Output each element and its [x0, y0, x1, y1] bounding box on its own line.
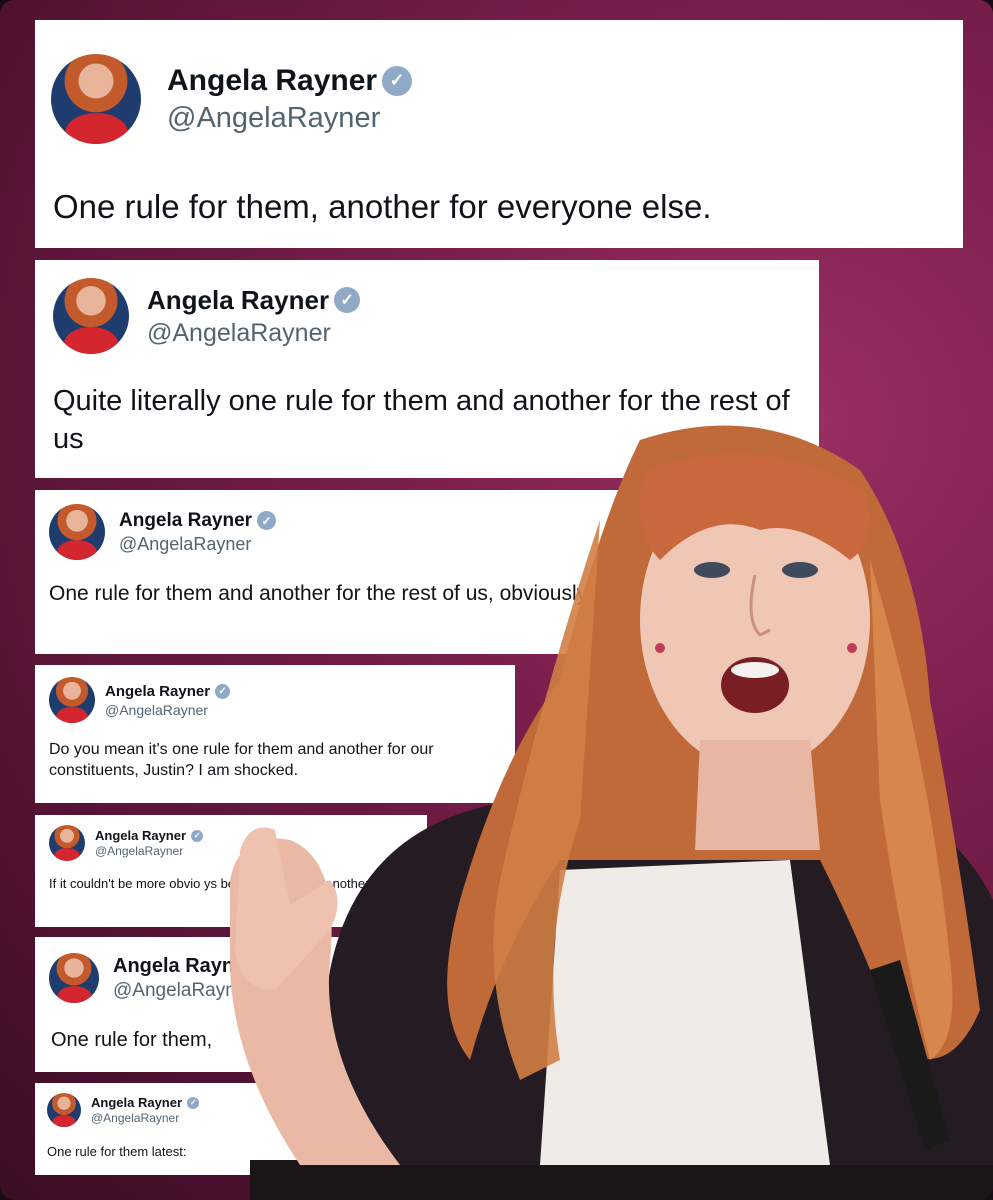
face	[640, 470, 870, 770]
verified-badge-icon: ✓	[257, 511, 277, 530]
verified-badge-icon: ✓	[215, 683, 231, 699]
tweet-header: Angela Rayner ✓ @AngelaRayner	[49, 504, 277, 560]
verified-badge-icon: ✓	[382, 65, 413, 96]
podium	[250, 1160, 993, 1200]
collage-background: Angela Rayner ✓ @AngelaRayner One rule f…	[0, 0, 993, 1200]
user-handle[interactable]: @AngelaRayner	[147, 319, 360, 348]
tweet-text: One rule for them,	[51, 1029, 213, 1051]
verified-badge-icon: ✓	[191, 829, 204, 842]
tweet-card: Angela Rayner ✓ @AngelaRayner One rule f…	[35, 490, 618, 654]
tweet-card: Angela Rayner ✓ @AngelaRayner One rule f…	[35, 1083, 327, 1175]
display-name[interactable]: Angela Rayner	[147, 285, 329, 316]
user-handle[interactable]: @AngelaRayner	[95, 844, 203, 858]
avatar[interactable]	[51, 54, 141, 144]
tweet-text: Do you mean it's one rule for them and a…	[49, 741, 434, 780]
user-handle[interactable]: @AngelaRayner	[105, 702, 230, 718]
tweet-header: Angela Rayn @AngelaRayn	[49, 953, 236, 1003]
tweet-header: Angela Rayner ✓ @AngelaRayner	[49, 677, 231, 723]
white-dress	[540, 860, 830, 1165]
avatar[interactable]	[53, 278, 129, 354]
display-name[interactable]: Angela Rayner	[95, 828, 186, 843]
user-handle[interactable]: @AngelaRayner	[119, 534, 276, 555]
user-handle[interactable]: @AngelaRayner	[167, 102, 412, 135]
tweet-header: Angela Rayner ✓ @AngelaRayner	[47, 1093, 200, 1127]
microphone	[870, 960, 950, 1150]
tweet-card: Angela Rayner ✓ @AngelaRayner Quite lite…	[35, 260, 819, 478]
tweet-text: If it couldn't be more obvio ys be rule …	[49, 876, 385, 891]
avatar[interactable]	[49, 677, 95, 723]
open-mouth	[721, 657, 789, 713]
user-handle[interactable]: @AngelaRayn	[113, 980, 236, 1002]
user-handle[interactable]: @AngelaRayner	[91, 1111, 199, 1125]
avatar[interactable]	[49, 953, 99, 1003]
tweet-text: One rule for them and another for the re…	[49, 582, 592, 605]
tweet-header: Angela Rayner ✓ @AngelaRayner	[49, 825, 204, 861]
display-name[interactable]: Angela Rayner	[167, 64, 377, 98]
tweet-card: Angela Rayner ✓ @AngelaRayner One rule f…	[35, 20, 963, 248]
display-name[interactable]: Angela Rayn	[113, 955, 234, 978]
avatar[interactable]	[47, 1093, 81, 1127]
display-name[interactable]: Angela Rayner	[119, 510, 252, 532]
verified-badge-icon: ✓	[187, 1096, 200, 1109]
tweet-card: Angela Rayn @AngelaRayn One rule for the…	[35, 937, 387, 1072]
tweet-text: One rule for them latest:	[47, 1144, 187, 1159]
tweet-text: One rule for them, another for everyone …	[53, 188, 712, 225]
verified-badge-icon: ✓	[334, 287, 361, 313]
tweet-header: Angela Rayner ✓ @AngelaRayner	[51, 54, 413, 144]
tweet-header: Angela Rayner ✓ @AngelaRayner	[53, 278, 361, 354]
tweet-card: Angela Rayner ✓ @AngelaRayner If it coul…	[35, 815, 427, 927]
display-name[interactable]: Angela Rayner	[105, 683, 210, 700]
display-name[interactable]: Angela Rayner	[91, 1095, 182, 1110]
avatar[interactable]	[49, 825, 85, 861]
tweet-card: Angela Rayner ✓ @AngelaRayner Do you mea…	[35, 665, 515, 803]
tweet-text: Quite literally one rule for them and an…	[53, 385, 790, 456]
avatar[interactable]	[49, 504, 105, 560]
